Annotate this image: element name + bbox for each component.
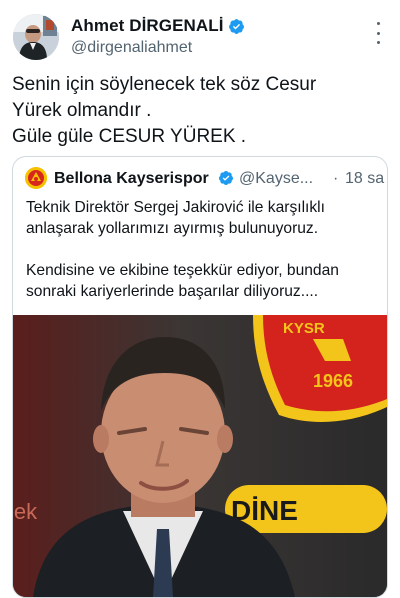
- tweet-line: Senin için söylenecek tek söz Cesur: [12, 74, 317, 95]
- tweet-line: Yürek olmandır .: [12, 100, 152, 121]
- author-avatar[interactable]: [13, 14, 59, 60]
- quoted-line: Teknik Direktör Sergej Jakirović ile kar…: [26, 199, 325, 216]
- sponsor-text-left: lek: [13, 499, 38, 524]
- quoted-display-name[interactable]: Bellona Kayserispor: [54, 170, 209, 188]
- quoted-line: sonraki kariyerlerinde başarılar diliyor…: [26, 283, 319, 300]
- quoted-line: Kendisine ve ekibine teşekkür ediyor, bu…: [26, 262, 339, 279]
- quoted-timestamp[interactable]: 18 sa: [345, 170, 384, 188]
- time-separator: ·: [333, 170, 339, 187]
- quoted-text: Teknik Direktör Sergej Jakirović ile kar…: [26, 197, 378, 302]
- author-handle[interactable]: @dirgenaliahmet: [71, 39, 192, 57]
- tweet-card[interactable]: Ahmet DİRGENALİ @dirgenaliahmet Senin iç…: [0, 0, 400, 598]
- quoted-tweet[interactable]: Bellona Kayserispor @Kayse... · 18 sa Te…: [12, 156, 388, 598]
- quoted-handle[interactable]: @Kayse...: [239, 170, 313, 188]
- verified-badge-icon: [219, 171, 234, 185]
- verified-badge-icon: [228, 18, 244, 34]
- crest-text: KYSR: [283, 320, 325, 337]
- quoted-author-avatar[interactable]: [25, 167, 47, 189]
- tweet-text: Senin için söylenecek tek söz Cesur Yüre…: [12, 72, 384, 150]
- crest-year: 1966: [313, 371, 353, 391]
- quoted-media-image[interactable]: KYSR 1966 DİNE lek: [13, 315, 387, 597]
- quoted-line: anlaşarak yollarımızı ayırmış bulunuyoru…: [26, 220, 319, 237]
- author-display-name[interactable]: Ahmet DİRGENALİ: [71, 16, 224, 36]
- more-options-icon[interactable]: [370, 22, 386, 44]
- tweet-line: Güle güle CESUR YÜREK .: [12, 126, 247, 147]
